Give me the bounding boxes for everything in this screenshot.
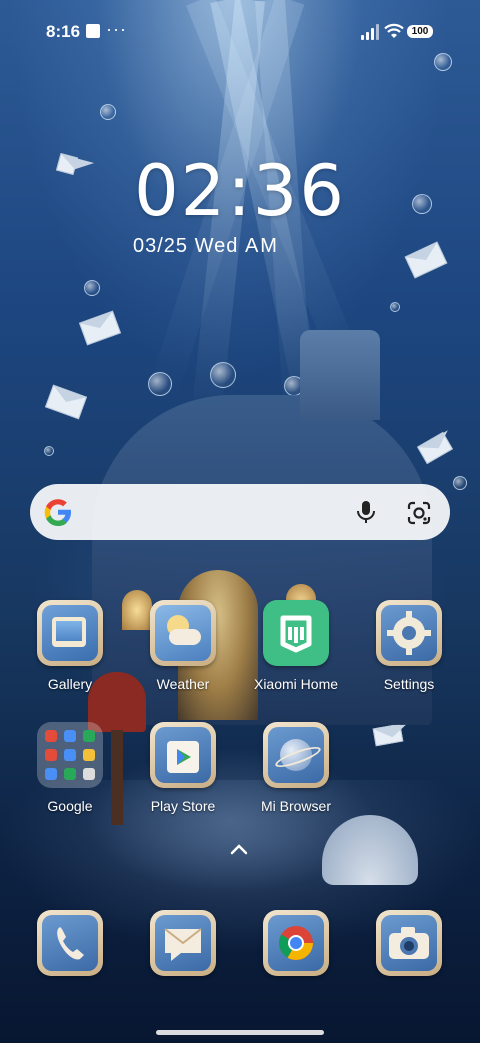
xiaomi-home-icon <box>263 600 329 666</box>
weekday-value: Wed <box>194 235 239 257</box>
date-label: 03/25 Wed AM <box>133 235 279 258</box>
dock-camera[interactable] <box>364 910 454 976</box>
dock-chrome[interactable] <box>251 910 341 976</box>
app-weather[interactable]: Weather <box>138 600 228 692</box>
dock-messages[interactable] <box>138 910 228 976</box>
app-mi-browser[interactable]: Mi Browser <box>251 722 341 814</box>
status-time: 8:16 <box>46 22 81 41</box>
app-label: Play Store <box>150 798 216 814</box>
gear-icon <box>376 600 442 666</box>
app-label: Mi Browser <box>260 798 331 814</box>
google-logo-icon <box>44 499 71 526</box>
app-label: Google <box>47 798 93 814</box>
date-value: 03/25 <box>133 235 189 257</box>
app-xiaomi-home[interactable]: Xiaomi Home <box>251 600 341 692</box>
phone-icon <box>37 910 103 976</box>
ampm-value: AM <box>244 235 279 257</box>
folder-icon <box>37 722 103 788</box>
app-label: Gallery <box>47 676 93 692</box>
camera-icon <box>376 910 442 976</box>
browser-icon <box>263 722 329 788</box>
app-label: Weather <box>156 676 210 692</box>
google-lens-icon[interactable] <box>404 498 434 528</box>
weather-icon <box>150 600 216 666</box>
app-play-store[interactable]: Play Store <box>138 722 228 814</box>
folder-google[interactable]: Google <box>25 722 115 814</box>
google-search-bar[interactable] <box>30 484 450 540</box>
play-store-icon <box>150 722 216 788</box>
signal-icon <box>361 24 381 40</box>
clock-widget[interactable]: 02:36 <box>0 150 480 232</box>
status-bar: 8:16 ··· 100 <box>0 0 480 60</box>
dock-phone[interactable] <box>25 910 115 976</box>
gallery-icon <box>37 600 103 666</box>
more-notifications-icon: ··· <box>106 19 127 39</box>
chevron-up-icon[interactable] <box>228 842 250 856</box>
app-label: Settings <box>383 676 435 692</box>
app-label: Xiaomi Home <box>253 676 339 692</box>
notification-icon <box>86 24 100 38</box>
app-settings[interactable]: Settings <box>364 600 454 692</box>
battery-indicator: 100 <box>407 25 433 38</box>
wifi-icon <box>384 23 404 38</box>
mic-icon[interactable] <box>352 498 380 526</box>
gesture-nav-bar[interactable] <box>156 1030 324 1035</box>
chrome-icon <box>263 910 329 976</box>
app-gallery[interactable]: Gallery <box>25 600 115 692</box>
messages-icon <box>150 910 216 976</box>
